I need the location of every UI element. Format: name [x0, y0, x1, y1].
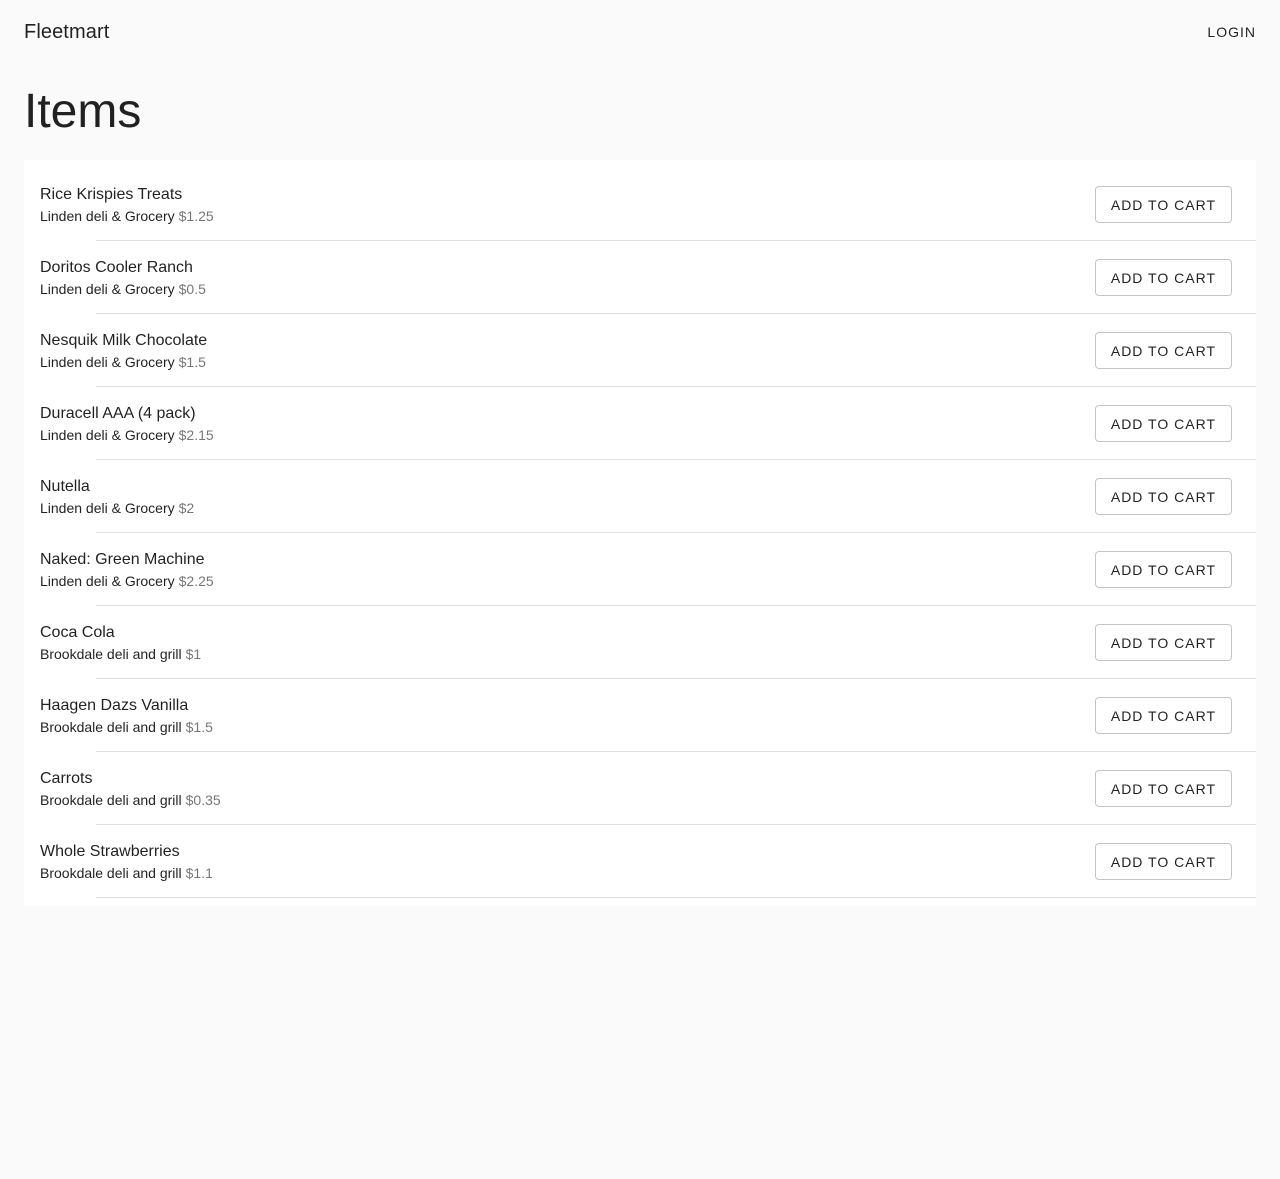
item-meta: Linden deli & Grocery $2.25 [40, 571, 1095, 591]
item-store: Linden deli & Grocery [40, 499, 175, 516]
page-title: Items [24, 85, 142, 138]
add-to-cart-button[interactable]: ADD TO CART [1094, 259, 1232, 296]
item-meta: Brookdale deli and grill $1.5 [40, 717, 1095, 737]
item-price: $1.1 [185, 864, 213, 881]
item-name: Doritos Cooler Ranch [40, 258, 193, 276]
add-to-cart-button[interactable]: ADD TO CART [1094, 843, 1232, 880]
brand-title: Fleetmart [24, 20, 110, 43]
list-item: Duracell AAA (4 pack) Linden deli & Groc… [24, 387, 1256, 460]
add-to-cart-button[interactable]: ADD TO CART [1094, 332, 1232, 369]
item-store: Brookdale deli and grill [40, 791, 182, 808]
item-meta: Brookdale deli and grill $1.1 [40, 863, 1095, 883]
item-store: Brookdale deli and grill [40, 645, 182, 662]
items-list: Rice Krispies Treats Linden deli & Groce… [24, 160, 1256, 906]
list-item: Nutella Linden deli & Grocery $2 ADD TO C… [24, 460, 1256, 533]
list-item: Whole Strawberries Brookdale deli and gr… [24, 825, 1256, 898]
item-text: Doritos Cooler Ranch Linden deli & Groce… [40, 257, 1095, 299]
item-store: Linden deli & Grocery [40, 207, 175, 224]
item-text: Nutella Linden deli & Grocery $2 [40, 476, 1095, 518]
item-meta: Brookdale deli and grill $1 [40, 644, 1095, 664]
item-text: Rice Krispies Treats Linden deli & Groce… [40, 184, 1095, 226]
item-price: $2.25 [178, 572, 214, 589]
add-to-cart-button[interactable]: ADD TO CART [1094, 478, 1232, 515]
item-meta: Linden deli & Grocery $0.5 [40, 279, 1095, 299]
item-meta: Linden deli & Grocery $1.5 [40, 352, 1095, 372]
add-to-cart-button[interactable]: ADD TO CART [1094, 770, 1232, 807]
item-text: Carrots Brookdale deli and grill $0.35 [40, 768, 1095, 810]
item-price: $2.15 [178, 426, 214, 443]
add-to-cart-button[interactable]: ADD TO CART [1094, 624, 1232, 661]
item-name: Carrots [40, 769, 93, 787]
item-name: Coca Cola [40, 623, 115, 641]
list-item: Nesquik Milk Chocolate Linden deli & Gro… [24, 314, 1256, 387]
item-meta: Linden deli & Grocery $2 [40, 498, 1095, 518]
item-store: Linden deli & Grocery [40, 353, 175, 370]
list-item: Rice Krispies Treats Linden deli & Groce… [24, 168, 1256, 241]
item-name: Whole Strawberries [40, 842, 180, 860]
item-price: $1.25 [178, 207, 214, 224]
list-item: Doritos Cooler Ranch Linden deli & Groce… [24, 241, 1256, 314]
item-name: Naked: Green Machine [40, 550, 205, 568]
item-name: Nesquik Milk Chocolate [40, 331, 208, 349]
item-price: $1.5 [185, 718, 213, 735]
item-store: Linden deli & Grocery [40, 280, 175, 297]
item-text: Nesquik Milk Chocolate Linden deli & Gro… [40, 330, 1095, 372]
item-name: Duracell AAA (4 pack) [40, 404, 196, 422]
item-store: Linden deli & Grocery [40, 426, 175, 443]
list-item: Haagen Dazs Vanilla Brookdale deli and g… [24, 679, 1256, 752]
list-item: Naked: Green Machine Linden deli & Groce… [24, 533, 1256, 606]
item-text: Coca Cola Brookdale deli and grill $1 [40, 622, 1095, 664]
add-to-cart-button[interactable]: ADD TO CART [1094, 551, 1232, 588]
item-name: Nutella [40, 477, 90, 495]
item-name: Rice Krispies Treats [40, 185, 183, 203]
list-item: Coca Cola Brookdale deli and grill $1 ADD… [24, 606, 1256, 679]
item-text: Duracell AAA (4 pack) Linden deli & Groc… [40, 403, 1095, 445]
item-price: $0.35 [185, 791, 221, 808]
item-text: Haagen Dazs Vanilla Brookdale deli and g… [40, 695, 1095, 737]
add-to-cart-button[interactable]: ADD TO CART [1094, 697, 1232, 734]
item-store: Brookdale deli and grill [40, 718, 182, 735]
item-price: $1.5 [178, 353, 206, 370]
item-store: Brookdale deli and grill [40, 864, 182, 881]
item-meta: Brookdale deli and grill $0.35 [40, 790, 1095, 810]
item-price: $2 [178, 499, 195, 516]
add-to-cart-button[interactable]: ADD TO CART [1094, 405, 1232, 442]
item-price: $1 [185, 645, 202, 662]
item-meta: Linden deli & Grocery $1.25 [40, 206, 1095, 226]
item-store: Linden deli & Grocery [40, 572, 175, 589]
item-price: $0.5 [178, 280, 206, 297]
add-to-cart-button[interactable]: ADD TO CART [1094, 186, 1232, 223]
list-item: Carrots Brookdale deli and grill $0.35 AD… [24, 752, 1256, 825]
item-meta: Linden deli & Grocery $2.15 [40, 425, 1095, 445]
app-bar: Fleetmart LOGIN [0, 0, 1280, 64]
item-text: Whole Strawberries Brookdale deli and gr… [40, 841, 1095, 883]
item-name: Haagen Dazs Vanilla [40, 696, 189, 714]
login-button[interactable]: LOGIN [1196, 16, 1267, 48]
item-text: Naked: Green Machine Linden deli & Groce… [40, 549, 1095, 591]
